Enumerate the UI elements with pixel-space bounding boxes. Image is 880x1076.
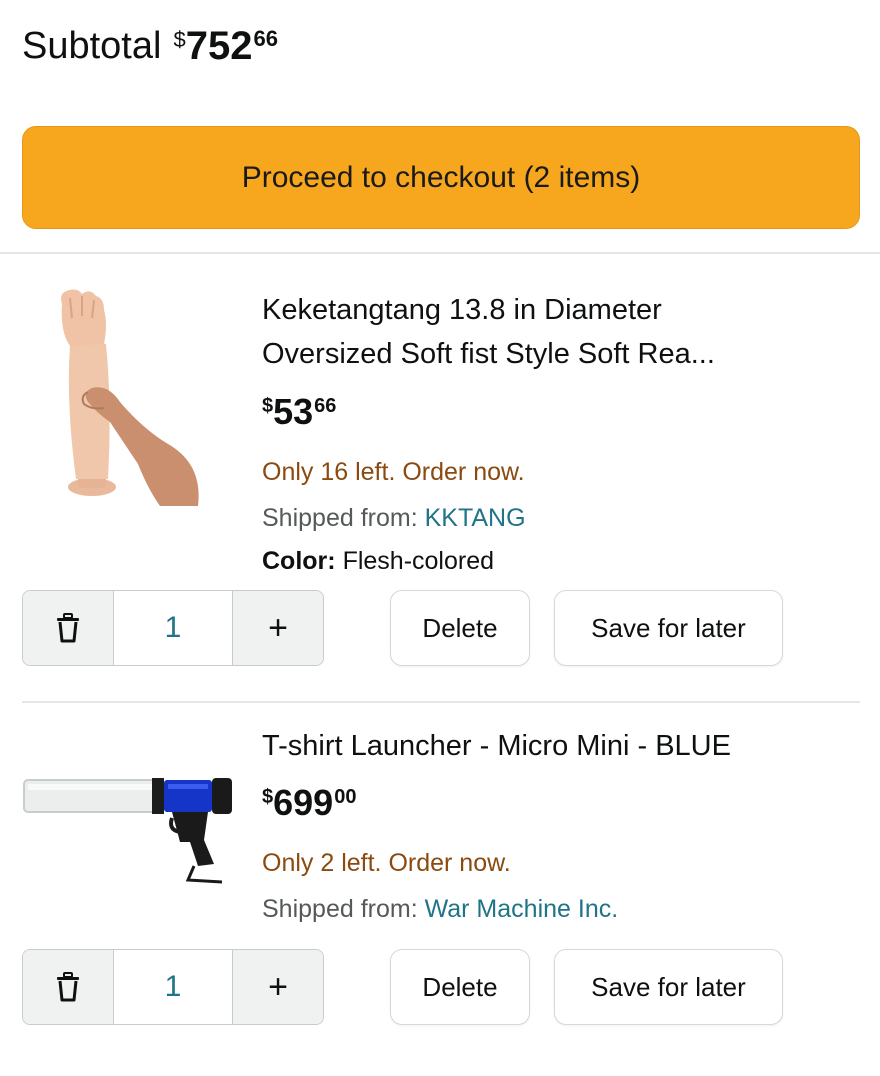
color-value: Flesh-colored xyxy=(342,547,495,575)
subtotal-label: Subtotal xyxy=(22,25,162,67)
quantity-value[interactable]: 1 xyxy=(113,591,233,665)
remove-item-button[interactable] xyxy=(23,591,113,665)
shipped-from: Shipped from: KKTANG xyxy=(262,504,526,533)
fist-product-image xyxy=(61,289,199,506)
quantity-stepper: 1 + xyxy=(22,949,324,1025)
price-whole: 699 xyxy=(273,782,334,823)
product-image-launcher[interactable] xyxy=(22,770,238,886)
increase-quantity-button[interactable]: + xyxy=(233,591,323,665)
shipped-from-label: Shipped from: xyxy=(262,895,418,923)
product-title[interactable]: Keketangtang 13.8 in Diameter Oversized … xyxy=(262,288,842,376)
divider xyxy=(0,252,880,254)
seller-link[interactable]: War Machine Inc. xyxy=(425,895,619,923)
stock-status: Only 16 left. Order now. xyxy=(262,458,525,486)
divider xyxy=(22,701,860,703)
price-currency: $ xyxy=(262,395,274,417)
delete-button[interactable]: Delete xyxy=(390,590,530,666)
subtotal-fraction: 66 xyxy=(253,26,278,51)
subtotal-whole: 752 xyxy=(185,24,253,68)
increase-quantity-button[interactable]: + xyxy=(233,950,323,1024)
subtotal-currency: $ xyxy=(173,27,186,52)
shipped-from-label: Shipped from: xyxy=(262,504,418,532)
subtotal-amount: $ 752 66 xyxy=(173,20,277,72)
product-title-line: T-shirt Launcher - Micro Mini - BLUE xyxy=(262,730,731,762)
shipped-from: Shipped from: War Machine Inc. xyxy=(262,895,618,924)
product-title-line: Oversized Soft fist Style Soft Rea... xyxy=(262,338,715,370)
price-whole: 53 xyxy=(273,391,314,432)
cart-page: Subtotal $ 752 66 Proceed to checkout (2… xyxy=(0,0,880,1076)
color-label: Color: xyxy=(262,547,336,575)
proceed-to-checkout-button[interactable]: Proceed to checkout (2 items) xyxy=(22,126,860,229)
product-title[interactable]: T-shirt Launcher - Micro Mini - BLUE xyxy=(262,724,842,768)
delete-button[interactable]: Delete xyxy=(390,949,530,1025)
trash-icon xyxy=(57,613,79,643)
launcher-product-image xyxy=(23,778,232,884)
stock-status: Only 2 left. Order now. xyxy=(262,849,511,877)
product-price: $ 699 00 xyxy=(262,783,356,823)
product-image-fist[interactable] xyxy=(48,284,208,506)
save-for-later-button[interactable]: Save for later xyxy=(554,949,783,1025)
plus-icon: + xyxy=(268,609,288,647)
price-fraction: 00 xyxy=(334,786,357,808)
price-fraction: 66 xyxy=(314,395,337,417)
quantity-value[interactable]: 1 xyxy=(113,950,233,1024)
plus-icon: + xyxy=(268,968,288,1006)
seller-link[interactable]: KKTANG xyxy=(425,504,526,532)
product-title-line: Keketangtang 13.8 in Diameter xyxy=(262,294,662,326)
save-for-later-button[interactable]: Save for later xyxy=(554,590,783,666)
subtotal: Subtotal $ 752 66 xyxy=(22,20,278,72)
color-info: Color: Flesh-colored xyxy=(262,547,494,576)
price-currency: $ xyxy=(262,786,274,808)
remove-item-button[interactable] xyxy=(23,950,113,1024)
product-price: $ 53 66 xyxy=(262,392,336,432)
quantity-stepper: 1 + xyxy=(22,590,324,666)
trash-icon xyxy=(57,972,79,1002)
